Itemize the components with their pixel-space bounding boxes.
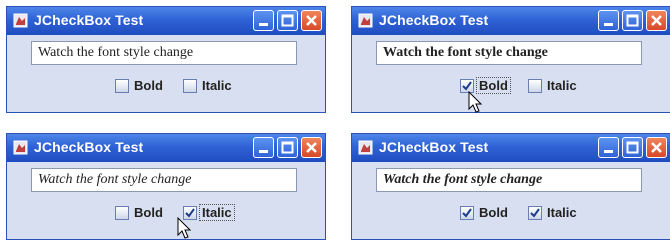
title-bar[interactable]: JCheckBox Test	[7, 134, 325, 162]
maximize-button[interactable]	[277, 137, 298, 158]
window-title: JCheckBox Test	[34, 12, 144, 28]
italic-checkbox-label: Italic	[202, 78, 232, 93]
maximize-button[interactable]	[622, 10, 643, 31]
close-icon	[306, 15, 317, 26]
minimize-button[interactable]	[598, 10, 619, 31]
bold-checkbox-box[interactable]	[115, 79, 129, 93]
close-button[interactable]	[646, 137, 667, 158]
close-button[interactable]	[301, 10, 322, 31]
mouse-pointer-icon	[468, 91, 483, 113]
checkmark-icon	[462, 208, 472, 218]
title-bar[interactable]: JCheckBox Test	[352, 134, 670, 162]
window-bold: JCheckBox Test Watch the font style chan…	[351, 6, 670, 113]
maximize-icon	[626, 141, 639, 154]
java-app-icon	[13, 140, 28, 155]
maximize-button[interactable]	[622, 137, 643, 158]
text-field[interactable]: Watch the font style change	[376, 41, 642, 65]
italic-checkbox-label: Italic	[199, 204, 235, 221]
minimize-icon	[604, 23, 613, 26]
text-field[interactable]: Watch the font style change	[31, 41, 297, 65]
window-unchecked: JCheckBox Test Watch the font style chan…	[6, 6, 326, 113]
close-icon	[651, 142, 662, 153]
minimize-icon	[604, 150, 613, 153]
minimize-button[interactable]	[598, 137, 619, 158]
italic-checkbox-box[interactable]	[528, 79, 542, 93]
italic-checkbox-box[interactable]	[183, 79, 197, 93]
maximize-button[interactable]	[277, 10, 298, 31]
bold-checkbox-label: Bold	[479, 205, 508, 220]
window-title: JCheckBox Test	[379, 12, 489, 28]
bold-checkbox-box[interactable]	[460, 206, 474, 220]
close-button[interactable]	[301, 137, 322, 158]
window-title: JCheckBox Test	[34, 139, 144, 155]
checkmark-icon	[530, 208, 540, 218]
bold-checkbox-box[interactable]	[115, 206, 129, 220]
title-bar[interactable]: JCheckBox Test	[352, 7, 670, 35]
minimize-icon	[259, 150, 268, 153]
maximize-icon	[626, 14, 639, 27]
minimize-button[interactable]	[253, 137, 274, 158]
close-icon	[306, 142, 317, 153]
java-app-icon	[13, 13, 28, 28]
bold-checkbox-label: Bold	[134, 205, 163, 220]
java-app-icon	[358, 140, 373, 155]
maximize-icon	[281, 141, 294, 154]
close-icon	[651, 15, 662, 26]
title-bar[interactable]: JCheckBox Test	[7, 7, 325, 35]
text-field[interactable]: Watch the font style change	[31, 168, 297, 192]
window-title: JCheckBox Test	[379, 139, 489, 155]
window-italic: JCheckBox Test Watch the font style chan…	[6, 133, 326, 240]
text-field[interactable]: Watch the font style change	[376, 168, 642, 192]
minimize-icon	[259, 23, 268, 26]
close-button[interactable]	[646, 10, 667, 31]
italic-checkbox-box[interactable]	[528, 206, 542, 220]
italic-checkbox-label: Italic	[547, 78, 577, 93]
bold-checkbox-label: Bold	[134, 78, 163, 93]
window-bold-italic: JCheckBox Test Watch the font style chan…	[351, 133, 670, 240]
mouse-pointer-icon	[177, 217, 192, 239]
java-app-icon	[358, 13, 373, 28]
maximize-icon	[281, 14, 294, 27]
minimize-button[interactable]	[253, 10, 274, 31]
italic-checkbox-label: Italic	[547, 205, 577, 220]
